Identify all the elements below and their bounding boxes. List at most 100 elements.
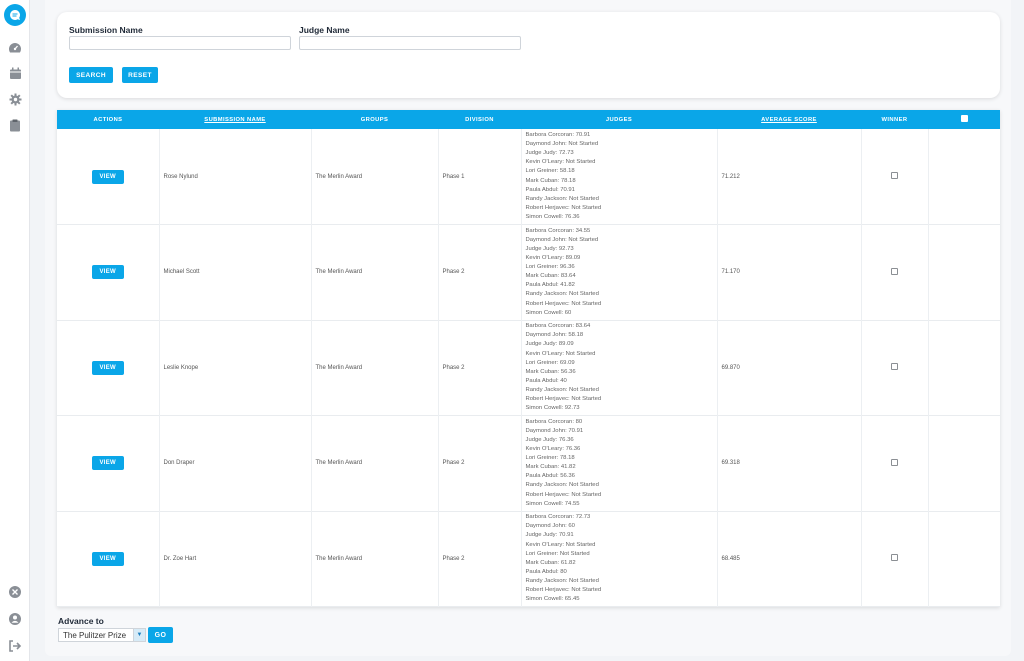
judge-score: Robert Herjavec: Not Started bbox=[525, 587, 602, 594]
actions-cell: VIEW bbox=[57, 415, 160, 511]
dashboard-gauge-icon[interactable] bbox=[7, 40, 23, 56]
logout-icon[interactable] bbox=[7, 638, 23, 654]
header-groups: GROUPS bbox=[360, 116, 389, 123]
header-winner: WINNER bbox=[881, 116, 908, 123]
judge-score: Paula Abdul: 70.91 bbox=[525, 186, 575, 193]
user-icon[interactable] bbox=[7, 611, 23, 627]
judge-name-label: Judge Name bbox=[299, 25, 350, 35]
judge-score: Lori Greiner: 69.09 bbox=[525, 359, 575, 366]
judge-score: Barbora Corcoran: 80 bbox=[525, 418, 583, 425]
header-average-score[interactable]: AVERAGE SCORE bbox=[717, 110, 861, 129]
division-cell: Phase 2 bbox=[438, 320, 522, 416]
judge-score: Daymond John: Not Started bbox=[525, 141, 599, 148]
view-button[interactable]: VIEW bbox=[91, 456, 124, 471]
judge-score: Paula Abdul: 80 bbox=[525, 568, 567, 575]
judge-score: Paula Abdul: 56.36 bbox=[525, 473, 575, 480]
table-row: VIEW Leslie Knope The Merlin Award Phase 2B… bbox=[57, 320, 1000, 416]
judge-score: Simon Cowell: 74.55 bbox=[525, 500, 580, 507]
judge-score: Lori Greiner: 96.36 bbox=[525, 264, 575, 271]
judges-list: Barbora Corcoran: 80 Daymond John: 70.91 J… bbox=[526, 418, 713, 509]
judge-score: Robert Herjavec: Not Started bbox=[525, 204, 602, 211]
division-cell: Phase 2 bbox=[438, 511, 522, 607]
submission-name-cell: Rose Nylund bbox=[159, 129, 312, 225]
judge-name-input[interactable] bbox=[299, 36, 521, 50]
spacer-cell bbox=[928, 511, 1000, 607]
winner-checkbox[interactable] bbox=[891, 554, 898, 562]
table-row: VIEW Dr. Zoe Hart The Merlin Award Phase 2B… bbox=[57, 511, 1000, 607]
view-button[interactable]: VIEW bbox=[91, 360, 124, 375]
judge-score: Mark Cuban: 61.82 bbox=[525, 559, 576, 566]
group-cell: The Merlin Award bbox=[311, 511, 439, 607]
winner-checkbox[interactable] bbox=[891, 267, 898, 275]
winner-checkbox[interactable] bbox=[891, 172, 898, 179]
header-select-all[interactable] bbox=[928, 110, 1000, 129]
judge-score: Judge Judy: 70.91 bbox=[525, 532, 574, 539]
judge-score: Barbora Corcoran: 72.73 bbox=[525, 514, 591, 521]
chat-logo-icon[interactable] bbox=[4, 4, 26, 26]
judge-score: Randy Jackson: Not Started bbox=[525, 386, 599, 393]
winner-checkbox[interactable] bbox=[891, 458, 898, 466]
judges-list: Barbora Corcoran: 70.91 Daymond John: Not… bbox=[526, 131, 713, 222]
judge-score: Kevin O'Leary: Not Started bbox=[525, 159, 596, 166]
group-cell: The Merlin Award bbox=[311, 415, 439, 511]
winner-checkbox[interactable] bbox=[891, 363, 898, 371]
group-cell: The Merlin Award bbox=[311, 224, 439, 320]
actions-cell: VIEW bbox=[57, 129, 160, 225]
judges-list: Barbora Corcoran: 83.64 Daymond John: 58.… bbox=[526, 322, 713, 413]
judge-score: Kevin O'Leary: 76.36 bbox=[525, 446, 581, 453]
average-score-cell: 69.318 bbox=[717, 415, 862, 511]
judge-score: Kevin O'Leary: Not Started bbox=[525, 541, 596, 548]
view-button[interactable]: VIEW bbox=[91, 265, 124, 280]
table-row: VIEW Don Draper The Merlin Award Phase 2 Bar… bbox=[57, 415, 1000, 511]
actions-cell: VIEW bbox=[57, 320, 160, 416]
spacer-cell bbox=[928, 225, 1000, 321]
judge-score: Randy Jackson: Not Started bbox=[525, 482, 599, 489]
gear-icon[interactable] bbox=[7, 91, 23, 107]
clipboard-icon[interactable] bbox=[7, 117, 23, 133]
winner-cell bbox=[861, 415, 929, 511]
judge-score: Kevin O'Leary: 89.09 bbox=[525, 255, 581, 262]
filter-panel: Submission Name Judge Name SEARCH RESET bbox=[57, 12, 1000, 98]
judge-score: Judge Judy: 72.73 bbox=[525, 150, 574, 157]
select-all-checkbox[interactable] bbox=[960, 115, 968, 122]
submission-name-cell: Leslie Knope bbox=[159, 320, 312, 416]
judge-score: Simon Cowell: 76.36 bbox=[525, 213, 580, 220]
judge-score: Lori Greiner: 78.18 bbox=[525, 455, 575, 462]
actions-cell: VIEW bbox=[57, 511, 160, 607]
main-content: Submission Name Judge Name SEARCH RESET … bbox=[45, 0, 1011, 656]
judge-score: Judge Judy: 92.73 bbox=[525, 245, 574, 252]
average-score-cell: 68.485 bbox=[717, 511, 862, 607]
advance-to-select[interactable]: The Pulitzer Prize ▼ bbox=[58, 628, 146, 642]
judge-score: Mark Cuban: 83.64 bbox=[525, 273, 576, 280]
view-button[interactable]: VIEW bbox=[91, 551, 124, 566]
header-submission-name[interactable]: SUBMISSION NAME bbox=[159, 110, 311, 129]
view-button[interactable]: VIEW bbox=[91, 169, 124, 184]
division-cell: Phase 1 bbox=[438, 129, 522, 225]
go-button[interactable]: GO bbox=[148, 627, 173, 643]
average-score-cell: 71.170 bbox=[717, 224, 862, 320]
advance-to-selected-value: The Pulitzer Prize bbox=[63, 630, 127, 640]
reset-button[interactable]: RESET bbox=[122, 67, 158, 83]
submission-name-input[interactable] bbox=[69, 36, 291, 50]
judges-cell: Barbora Corcoran: 70.91 Daymond John: Not… bbox=[521, 129, 718, 225]
search-button[interactable]: SEARCH bbox=[69, 67, 113, 83]
judge-score: Paula Abdul: 41.82 bbox=[525, 282, 575, 289]
winner-cell bbox=[861, 129, 929, 225]
judge-score: Robert Herjavec: Not Started bbox=[525, 300, 602, 307]
judges-cell: Barbora Corcoran: 34.55 Daymond John: Not… bbox=[521, 224, 718, 320]
judge-score: Judge Judy: 89.09 bbox=[525, 341, 574, 348]
submission-name-cell: Dr. Zoe Hart bbox=[159, 511, 312, 607]
advance-to-label: Advance to bbox=[58, 616, 104, 626]
close-circle-icon[interactable] bbox=[7, 584, 23, 600]
header-division: DIVISION bbox=[465, 116, 494, 123]
submission-name-cell: Don Draper bbox=[159, 415, 312, 511]
spacer-cell bbox=[928, 320, 1000, 416]
judge-score: Mark Cuban: 56.36 bbox=[525, 368, 576, 375]
judge-score: Daymond John: 58.18 bbox=[525, 332, 584, 339]
spacer-cell bbox=[928, 129, 1000, 225]
calendar-icon[interactable] bbox=[7, 65, 23, 81]
header-actions: ACTIONS bbox=[93, 116, 123, 123]
chevron-down-icon[interactable]: ▼ bbox=[133, 629, 145, 641]
judge-score: Barbora Corcoran: 83.64 bbox=[525, 323, 591, 330]
actions-cell: VIEW bbox=[57, 224, 160, 320]
